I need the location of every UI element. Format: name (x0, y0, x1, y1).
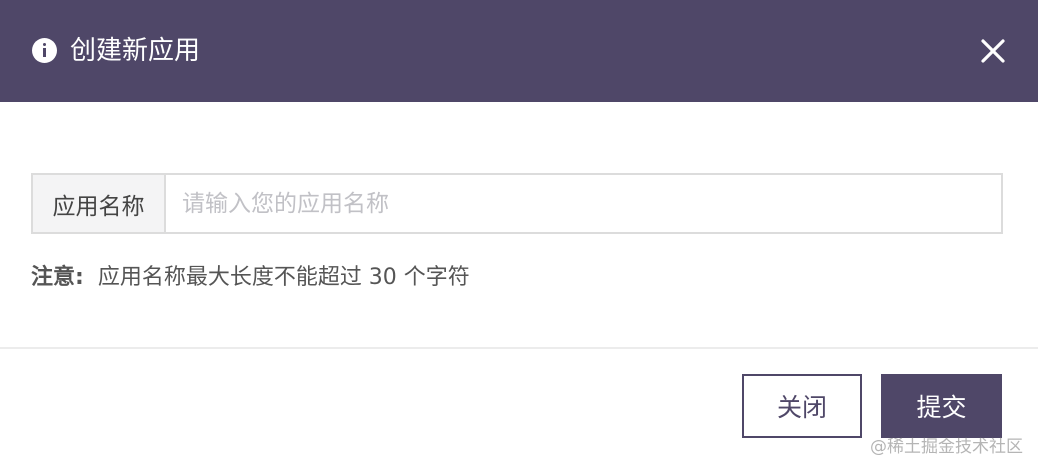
dialog-title: 创建新应用 (70, 36, 201, 66)
close-icon[interactable] (973, 31, 1013, 71)
note-message: 应用名称最大长度不能超过 30 个字符 (97, 265, 470, 290)
note-text: 注意: 应用名称最大长度不能超过 30 个字符 (31, 259, 470, 291)
note-label: 注意: (31, 265, 84, 290)
submit-button[interactable]: 提交 (881, 374, 1002, 438)
info-icon (32, 38, 57, 63)
app-name-input[interactable] (166, 175, 1001, 232)
watermark: @稀土掘金技术社区 (870, 437, 1023, 457)
app-name-label: 应用名称 (33, 175, 166, 232)
dialog-header: 创建新应用 (0, 0, 1038, 102)
close-button[interactable]: 关闭 (742, 374, 862, 438)
dialog-body: 应用名称 注意: 应用名称最大长度不能超过 30 个字符 (0, 102, 1038, 348)
footer-divider (0, 347, 1038, 349)
app-name-field-group: 应用名称 (31, 173, 1003, 234)
create-app-dialog: 创建新应用 应用名称 注意:应用名称最大长度不能超过 30 个字符 关闭 提交 … (0, 0, 1038, 460)
